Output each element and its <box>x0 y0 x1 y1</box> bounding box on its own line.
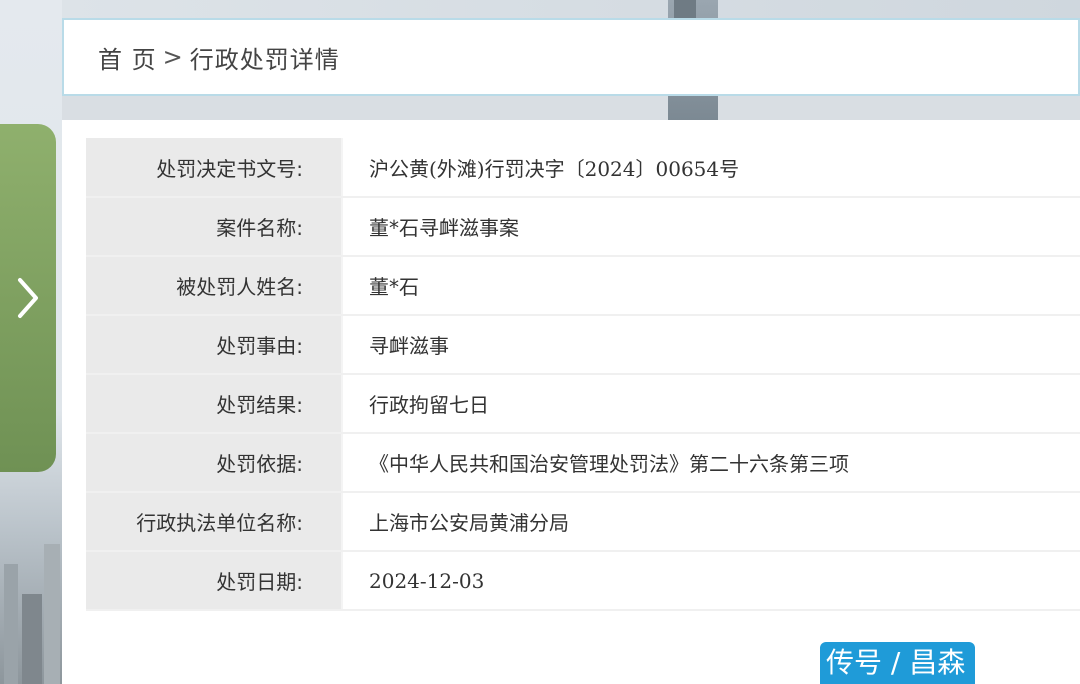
field-label-legal-basis: 处罚依据: <box>86 433 343 493</box>
field-label-result: 处罚结果: <box>86 374 343 434</box>
table-row: 被处罚人姓名: 董*石 <box>86 256 1080 316</box>
field-label-reason: 处罚事由: <box>86 315 343 375</box>
building-shape <box>4 564 18 684</box>
field-label-person-name: 被处罚人姓名: <box>86 256 343 316</box>
breadcrumb-separator: > <box>162 43 184 71</box>
background-tower-tip <box>674 0 696 20</box>
chevron-right-icon <box>18 278 38 318</box>
table-row: 处罚日期: 2024-12-03 <box>86 551 1080 611</box>
detail-panel: 处罚决定书文号: 沪公黄(外滩)行罚决字〔2024〕00654号 案件名称: 董… <box>62 120 1080 684</box>
table-row: 处罚结果: 行政拘留七日 <box>86 374 1080 434</box>
field-label-enforcement-unit: 行政执法单位名称: <box>86 492 343 552</box>
table-row: 行政执法单位名称: 上海市公安局黄浦分局 <box>86 492 1080 552</box>
table-row: 处罚决定书文号: 沪公黄(外滩)行罚决字〔2024〕00654号 <box>86 138 1080 198</box>
field-value-enforcement-unit: 上海市公安局黄浦分局 <box>342 492 1080 552</box>
field-value-case-name: 董*石寻衅滋事案 <box>342 197 1080 257</box>
field-value-decision-number: 沪公黄(外滩)行罚决字〔2024〕00654号 <box>342 138 1080 198</box>
breadcrumb: 首 页 > 行政处罚详情 <box>62 18 1080 96</box>
field-value-result: 行政拘留七日 <box>342 374 1080 434</box>
field-label-decision-number: 处罚决定书文号: <box>86 138 343 198</box>
building-shape <box>44 544 60 684</box>
side-panel-toggle[interactable] <box>0 124 56 472</box>
building-shape <box>22 594 42 684</box>
background-top <box>62 0 1080 20</box>
penalty-detail-table: 处罚决定书文号: 沪公黄(外滩)行罚决字〔2024〕00654号 案件名称: 董… <box>86 138 1080 611</box>
field-value-penalty-date: 2024-12-03 <box>342 551 1080 611</box>
field-value-reason: 寻衅滋事 <box>342 315 1080 375</box>
table-row: 处罚事由: 寻衅滋事 <box>86 315 1080 375</box>
field-label-penalty-date: 处罚日期: <box>86 551 343 611</box>
breadcrumb-current: 行政处罚详情 <box>189 45 340 74</box>
breadcrumb-home-link[interactable]: 首 页 <box>98 40 157 75</box>
field-label-case-name: 案件名称: <box>86 197 343 257</box>
table-row: 案件名称: 董*石寻衅滋事案 <box>86 197 1080 257</box>
table-row: 处罚依据: 《中华人民共和国治安管理处罚法》第二十六条第三项 <box>86 433 1080 493</box>
field-value-person-name: 董*石 <box>342 256 1080 316</box>
field-value-legal-basis: 《中华人民共和国治安管理处罚法》第二十六条第三项 <box>342 433 1080 493</box>
watermark: 传号 / 昌森 <box>820 642 976 684</box>
